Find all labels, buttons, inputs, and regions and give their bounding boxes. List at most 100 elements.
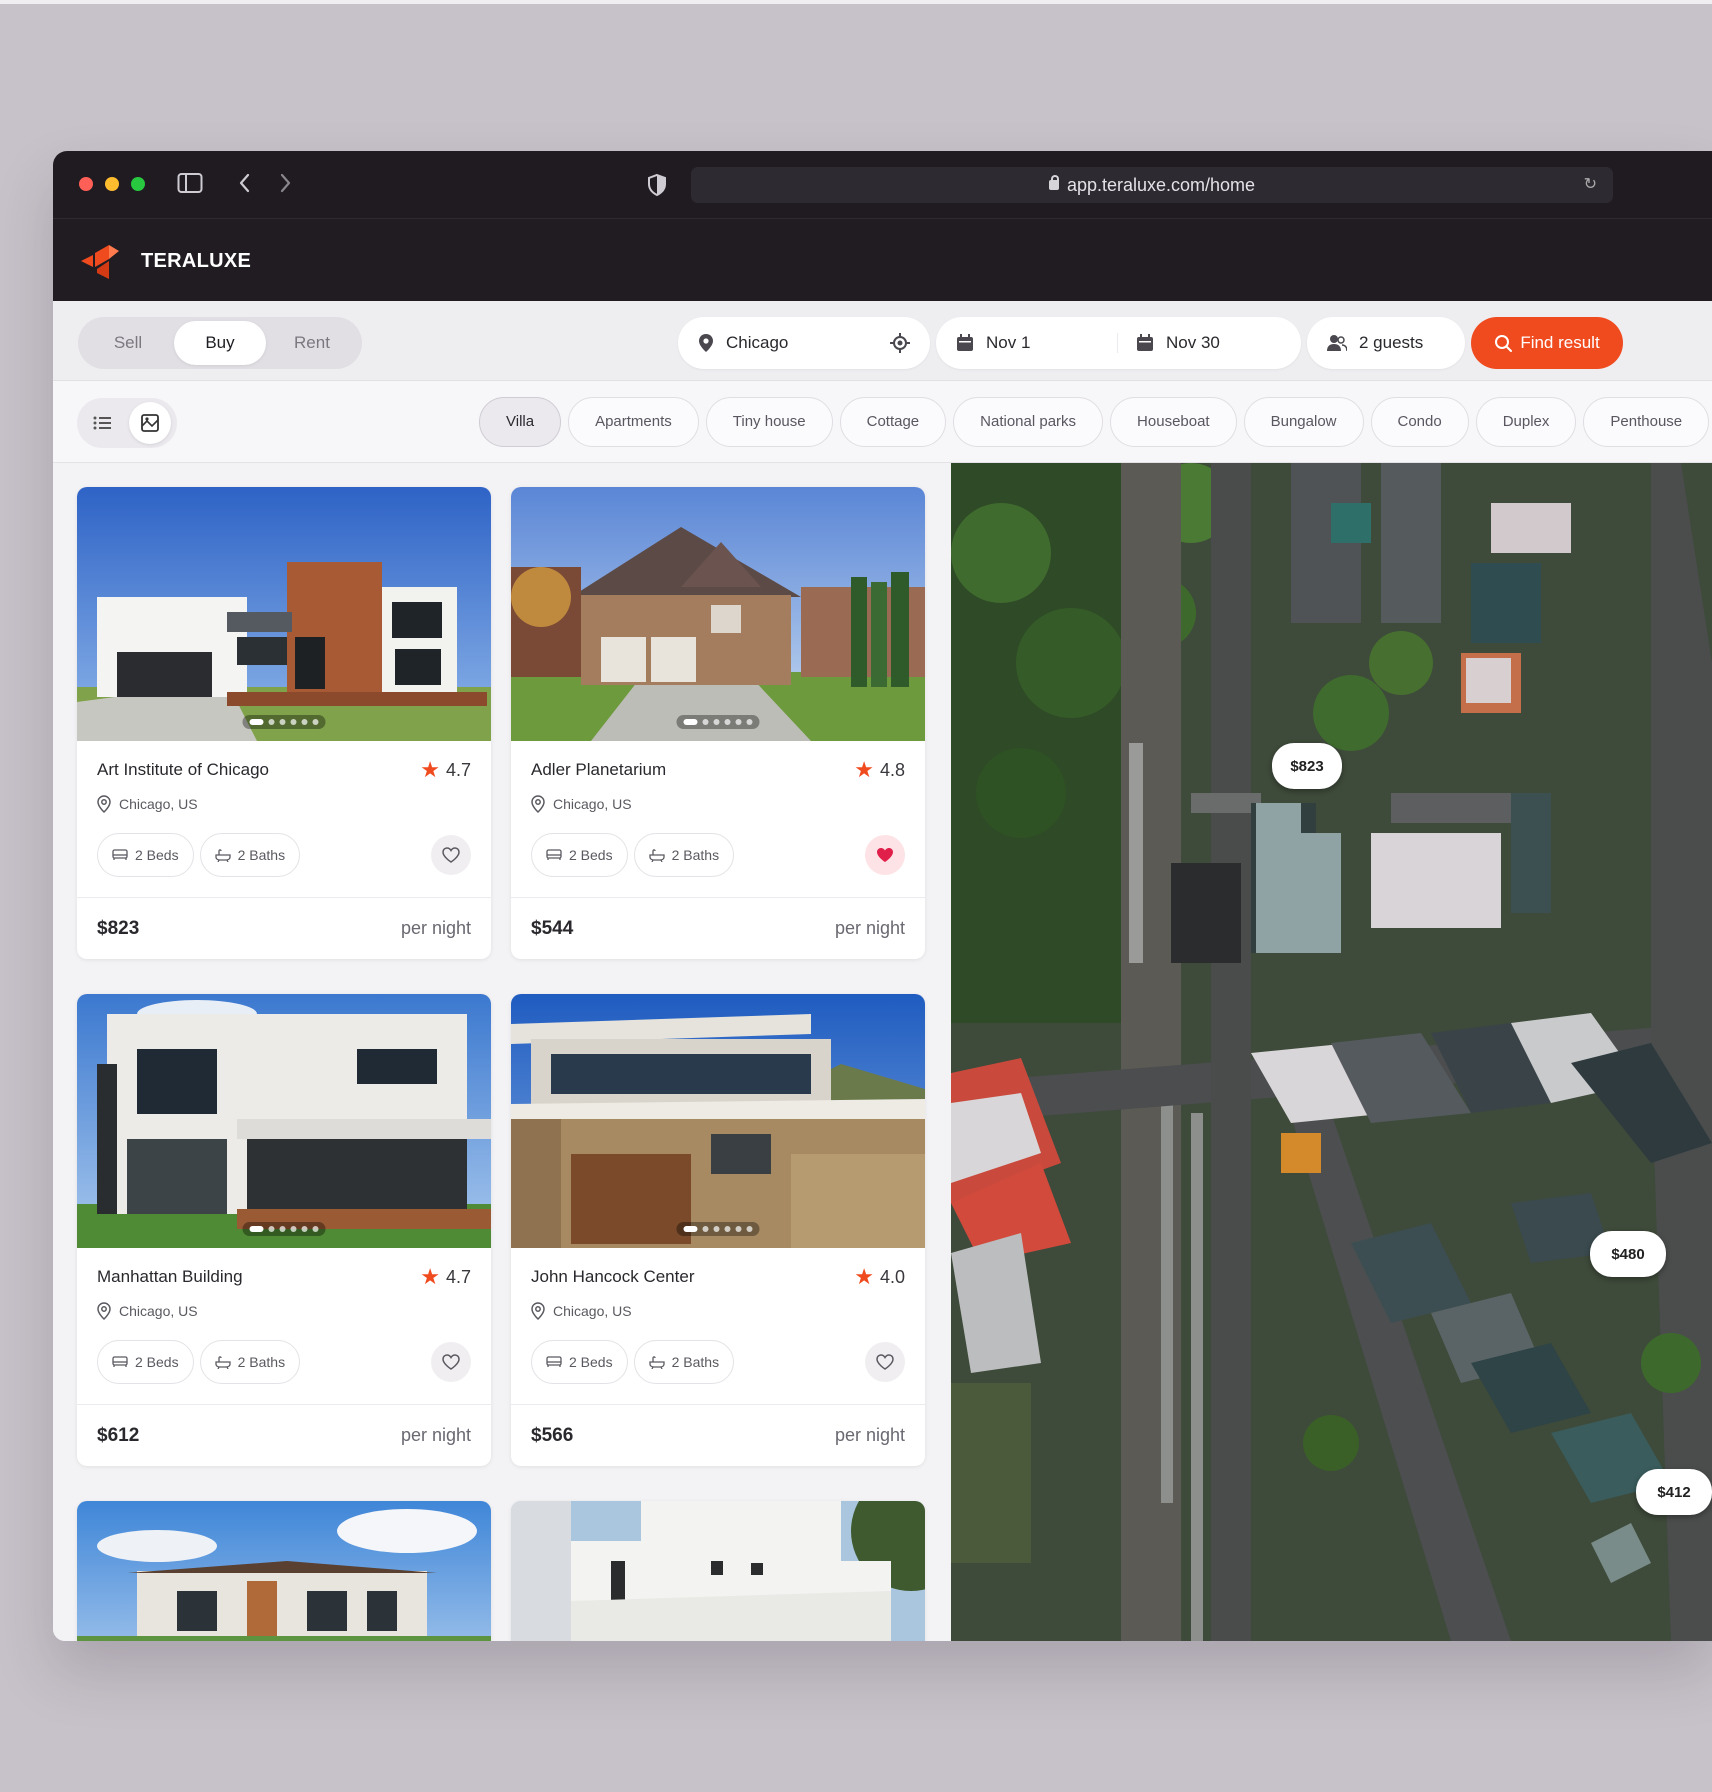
sidebar-toggle-icon[interactable] [177, 171, 203, 200]
check-out-field[interactable]: Nov 30 [1118, 333, 1220, 353]
price-unit: per night [834, 918, 905, 938]
category-tiny-house[interactable]: Tiny house [705, 397, 833, 447]
baths-value: 2 Baths [237, 847, 286, 863]
baths-value: 2 Baths [237, 1354, 286, 1370]
heart-filled-icon [877, 848, 893, 862]
forward-arrow-icon[interactable] [277, 171, 293, 200]
listing-rating: ★ 4.0 [854, 1266, 905, 1288]
maximize-window-button[interactable] [131, 177, 145, 191]
find-result-button[interactable]: Find result [1471, 317, 1623, 369]
reload-icon[interactable]: ↻ [1584, 167, 1597, 203]
location-field[interactable]: Chicago [678, 317, 930, 369]
beds-value: 2 Beds [135, 847, 179, 863]
rating-value: 4.7 [445, 759, 471, 780]
favorite-button[interactable] [865, 835, 905, 875]
listing-title[interactable]: Art Institute of Chicago [97, 760, 269, 780]
mode-buy[interactable]: Buy [174, 321, 266, 365]
lock-icon [1048, 175, 1059, 190]
category-villa[interactable]: Villa [479, 397, 562, 447]
list-view-button[interactable] [81, 402, 123, 444]
photo-pagination[interactable] [676, 1222, 760, 1236]
category-national-parks[interactable]: National parks [953, 397, 1104, 447]
listing-photo[interactable] [77, 487, 491, 741]
listing-title[interactable]: John Hancock Center [531, 1267, 694, 1287]
map-price-pin[interactable]: $823 [1272, 743, 1342, 789]
favorite-button[interactable] [431, 835, 471, 875]
beds-chip: 2 Beds [531, 833, 628, 877]
bath-icon [214, 1356, 231, 1369]
category-condo[interactable]: Condo [1370, 397, 1469, 447]
date-range-field: Nov 1 Nov 30 [936, 317, 1301, 369]
check-in-field[interactable]: Nov 1 [936, 333, 1118, 353]
listing-photo[interactable] [77, 994, 491, 1248]
baths-value: 2 Baths [671, 847, 720, 863]
bath-icon [648, 849, 665, 862]
close-window-button[interactable] [79, 177, 93, 191]
filter-bar: Villa Apartments Tiny house Cottage Nati… [53, 381, 1712, 463]
category-cottage[interactable]: Cottage [839, 397, 947, 447]
favorite-button[interactable] [865, 1342, 905, 1382]
mode-rent[interactable]: Rent [266, 321, 358, 365]
beds-chip: 2 Beds [97, 1340, 194, 1384]
guests-icon [1327, 335, 1347, 352]
category-apartments[interactable]: Apartments [568, 397, 699, 447]
listing-photo[interactable] [511, 487, 925, 741]
category-duplex[interactable]: Duplex [1475, 397, 1577, 447]
star-icon: ★ [854, 757, 874, 782]
check-in-value: Nov 1 [986, 333, 1031, 352]
photo-pagination[interactable] [242, 1222, 326, 1236]
category-bungalow[interactable]: Bungalow [1243, 397, 1364, 447]
listing-price: $544 [531, 917, 574, 939]
pin-price: $412 [1657, 1483, 1691, 1501]
back-arrow-icon[interactable] [237, 171, 253, 200]
shield-icon[interactable] [647, 173, 667, 202]
listing-card[interactable] [511, 1501, 925, 1641]
location-text: Chicago, US [553, 1303, 632, 1319]
listing-card[interactable] [77, 1501, 491, 1641]
listing-rating: ★ 4.8 [854, 759, 905, 781]
category-houseboat[interactable]: Houseboat [1110, 397, 1237, 447]
rating-value: 4.7 [445, 1266, 471, 1287]
listing-title[interactable]: Adler Planetarium [531, 760, 666, 780]
minimize-window-button[interactable] [105, 177, 119, 191]
mode-sell[interactable]: Sell [82, 321, 174, 365]
bed-icon [546, 1356, 562, 1367]
listing-photo[interactable] [511, 1501, 925, 1641]
address-bar[interactable]: app.teraluxe.com/home ↻ [691, 167, 1613, 203]
teraluxe-logo[interactable]: TERALUXE [79, 241, 251, 281]
baths-chip: 2 Baths [199, 1340, 301, 1384]
location-text: Chicago, US [553, 796, 632, 812]
photo-pagination[interactable] [676, 715, 760, 729]
map-price-pin[interactable]: $480 [1590, 1231, 1666, 1277]
rating-value: 4.8 [879, 759, 905, 780]
heart-outline-icon [442, 1354, 460, 1370]
listing-title[interactable]: Manhattan Building [97, 1267, 243, 1287]
price-unit: per night [400, 1425, 471, 1445]
guests-field[interactable]: 2 guests [1307, 317, 1465, 369]
listing-card[interactable]: Manhattan Building ★ 4.7 Chicago, US 2 Be… [77, 994, 491, 1466]
map-view-button[interactable] [129, 402, 171, 444]
baths-chip: 2 Baths [633, 1340, 735, 1384]
locate-me-icon[interactable] [890, 333, 910, 353]
map-price-pin[interactable]: $412 [1636, 1469, 1712, 1515]
logo-mark-icon [81, 245, 119, 279]
location-text: Chicago, US [119, 796, 198, 812]
guests-value: 2 guests [1359, 333, 1424, 352]
listing-card[interactable]: John Hancock Center ★ 4.0 Chicago, US 2 B… [511, 994, 925, 1466]
price-unit: per night [834, 1425, 905, 1445]
map-icon [141, 414, 159, 432]
photo-pagination[interactable] [242, 715, 326, 729]
calendar-icon [957, 334, 973, 351]
listing-card[interactable]: Adler Planetarium ★ 4.8 Chicago, US 2 Bed… [511, 487, 925, 959]
category-penthouse[interactable]: Penthouse [1583, 397, 1710, 447]
search-bar: Sell Buy Rent Chicago Nov 1 Nov 30 2 gue… [53, 301, 1712, 381]
pin-price: $480 [1611, 1245, 1645, 1263]
map-view[interactable]: $823 $480 $412 [951, 463, 1712, 1641]
listing-card[interactable]: Art Institute of Chicago ★ 4.7 Chicago, U… [77, 487, 491, 959]
listing-photo[interactable] [77, 1501, 491, 1641]
bath-icon [214, 849, 231, 862]
favorite-button[interactable] [431, 1342, 471, 1382]
list-icon [93, 416, 111, 430]
listing-location: Chicago, US [531, 1302, 905, 1320]
listing-photo[interactable] [511, 994, 925, 1248]
